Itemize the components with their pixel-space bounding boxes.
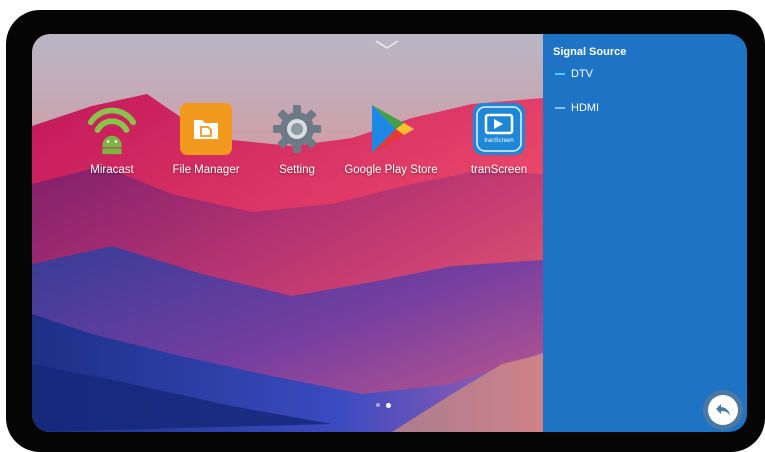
transcreen-icon-text: tranScreen [484,138,514,144]
unselected-marker-icon [555,107,565,109]
page-dot[interactable] [376,403,380,407]
page-dot-active[interactable] [386,403,391,408]
app-label: Setting [279,164,315,176]
file-manager-icon [179,102,233,156]
app-label: Miracast [90,164,134,176]
gear-icon [270,102,324,156]
play-store-icon [364,102,418,156]
back-arrow-icon [708,395,738,425]
source-label: HDMI [571,102,600,114]
panel-title: Signal Source [553,46,627,58]
selected-marker-icon [555,73,565,75]
signal-source-panel: Signal Source DTV HDMI [543,34,747,432]
back-button[interactable] [703,390,743,430]
device-bezel: Miracast File Manager Setting Google Pla… [6,10,765,452]
tv-screen: Miracast File Manager Setting Google Pla… [32,34,747,432]
app-google-play-store[interactable]: Google Play Store [341,102,441,176]
app-transcreen[interactable]: tranScreen tranScreen [449,102,549,176]
app-label: File Manager [172,164,240,176]
app-miracast[interactable]: Miracast [62,102,162,176]
app-file-manager[interactable]: File Manager [156,102,256,176]
source-item-dtv[interactable]: DTV [555,68,593,80]
app-label: Google Play Store [344,164,438,176]
source-item-hdmi[interactable]: HDMI [555,102,599,114]
source-label: DTV [571,68,593,80]
app-label: tranScreen [470,164,528,176]
miracast-icon [85,102,139,156]
transcreen-icon: tranScreen [472,102,526,156]
app-setting[interactable]: Setting [247,102,347,176]
page-indicator [376,403,391,408]
app-launcher: Miracast File Manager Setting Google Pla… [32,34,543,432]
